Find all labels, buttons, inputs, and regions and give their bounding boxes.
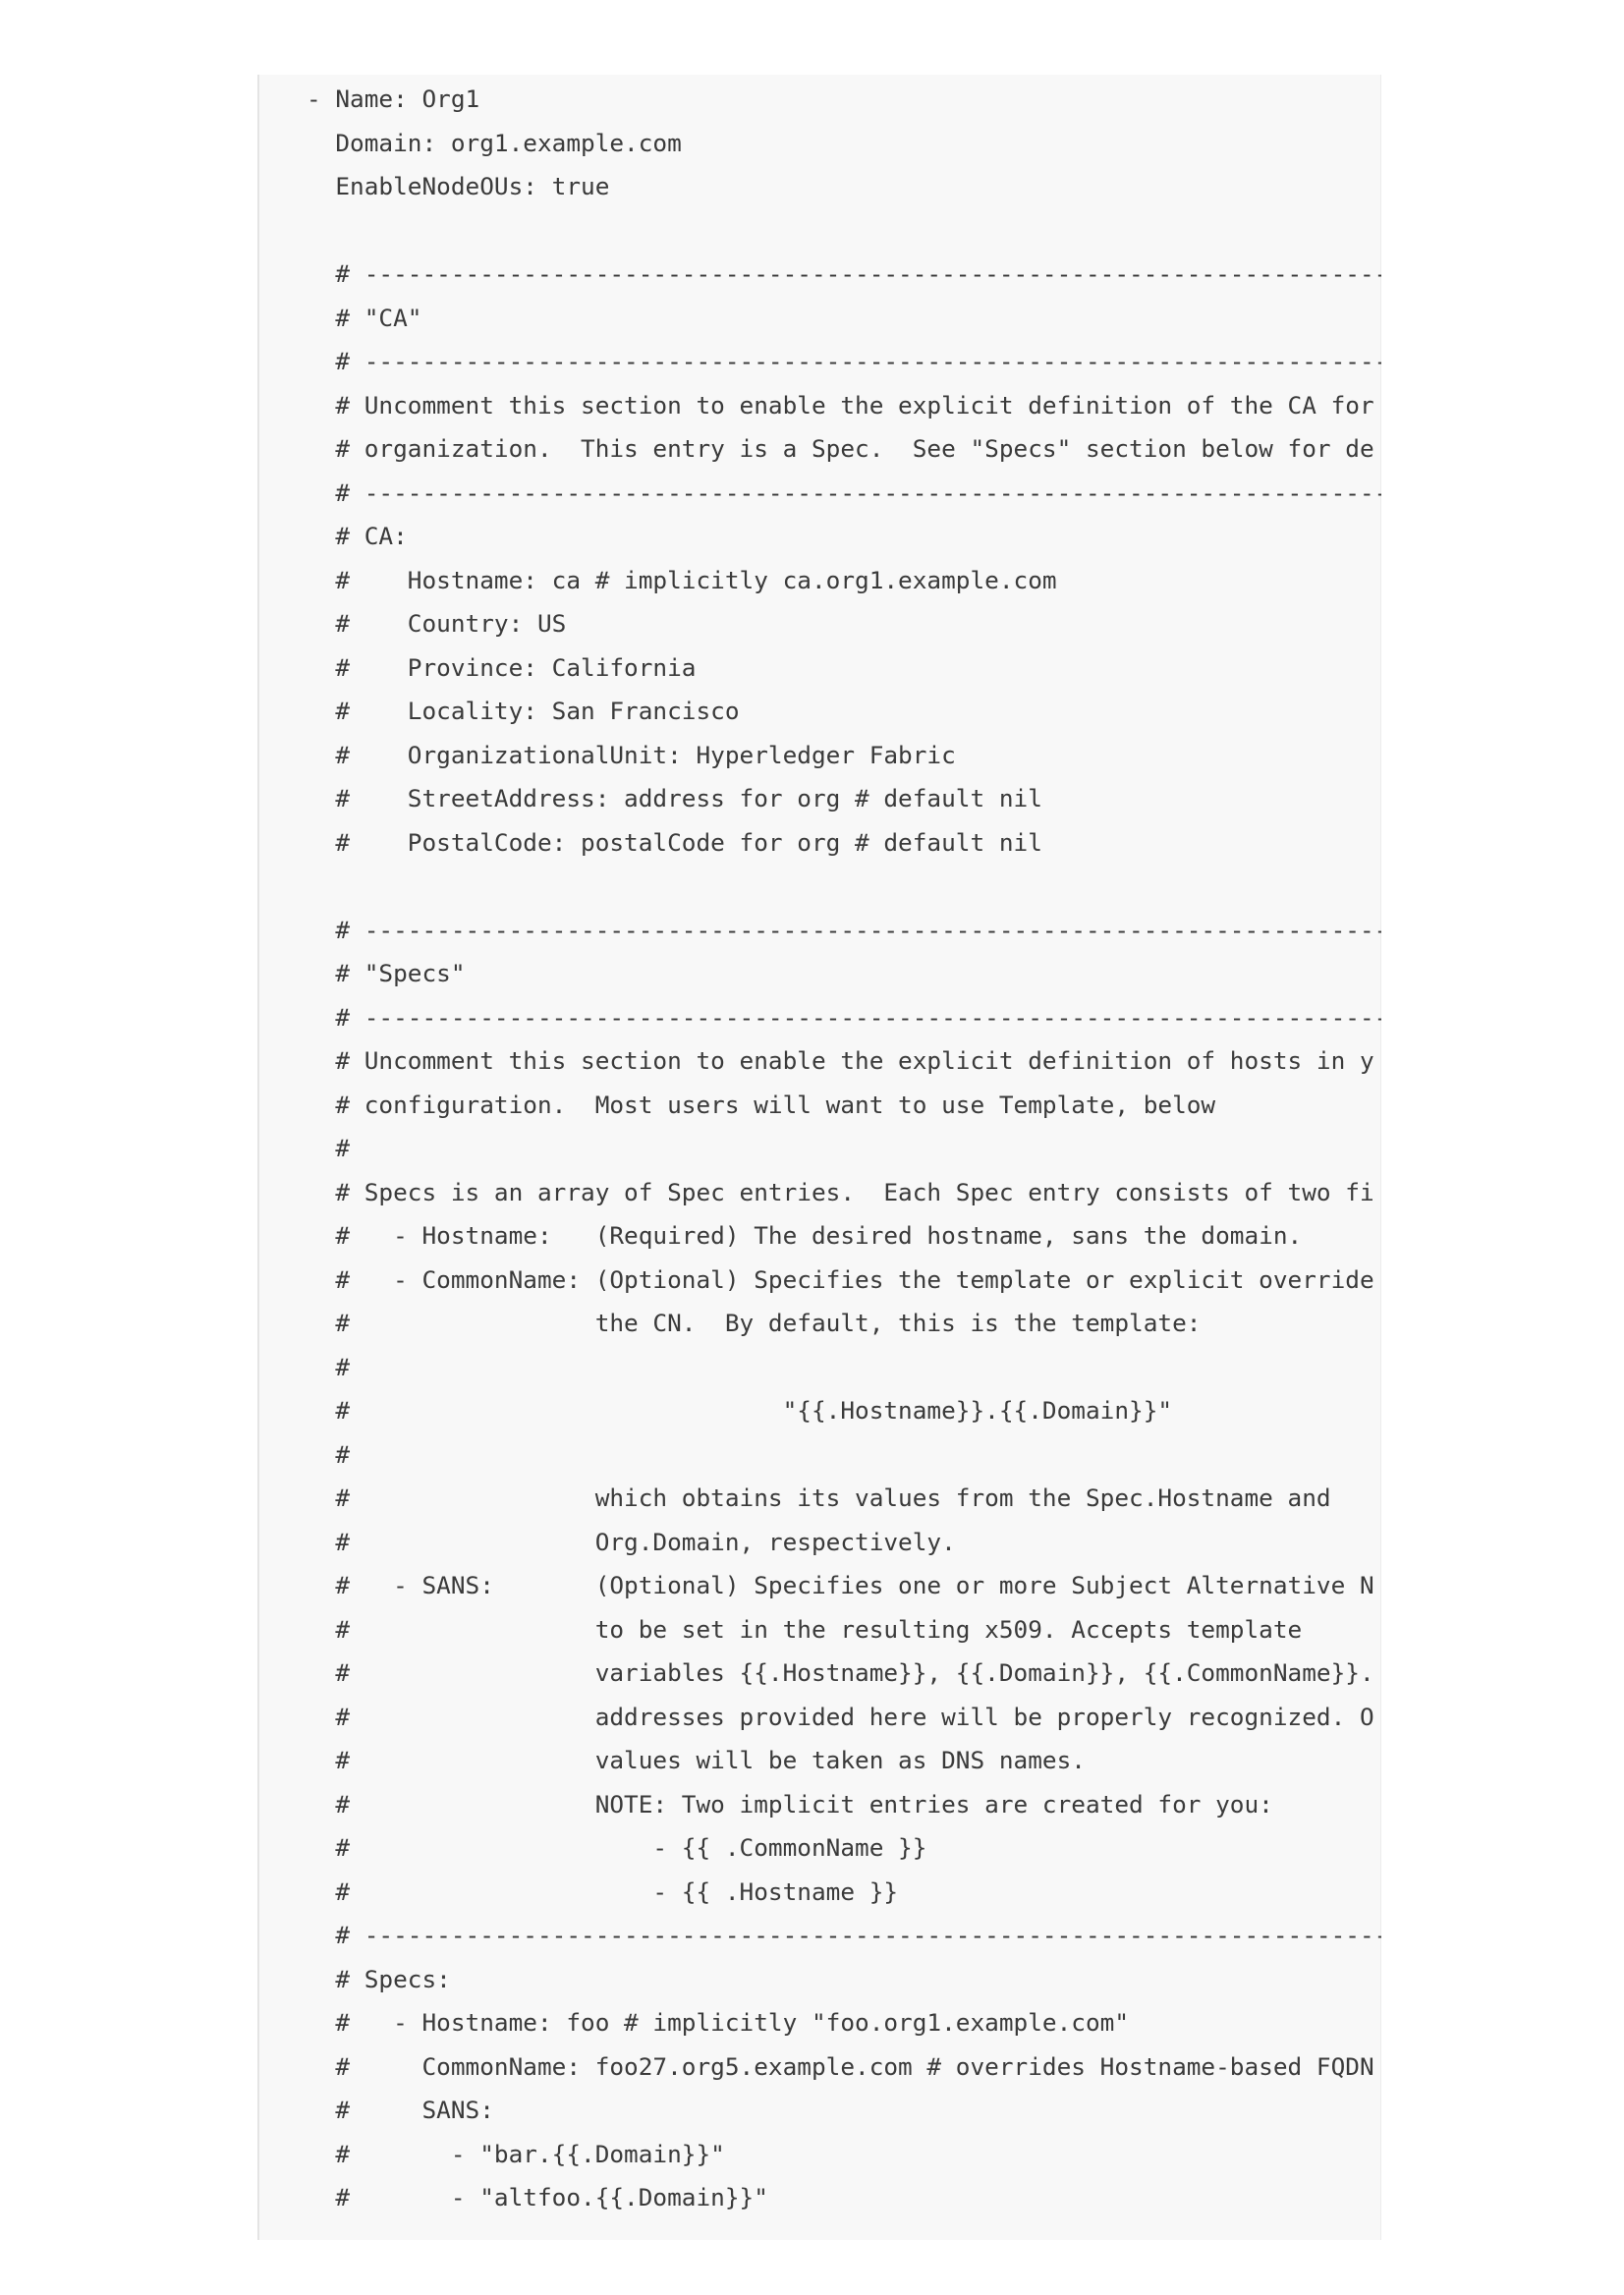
line-text: # CommonName: foo27.org5.example.com # o… (307, 2051, 1374, 2081)
line-text: # configuration. Most users will want to… (307, 1090, 1216, 1119)
line-text: # PostalCode: postalCode for org # defau… (307, 827, 1042, 857)
code-line: 70 # - "altfoo.{{.Domain}}" (257, 2176, 1381, 2220)
code-line: 66 # - Hostname: foo # implicitly "foo.o… (257, 2001, 1381, 2045)
line-text: # Uncomment this section to enable the e… (307, 1046, 1374, 1075)
code-line: 25 (257, 209, 1381, 253)
code-line: 26 # -----------------------------------… (257, 252, 1381, 297)
line-text: # Country: US (307, 609, 567, 638)
code-line: 54 # which obtains its values from the S… (257, 1477, 1381, 1521)
line-text: # SANS: (307, 2096, 494, 2124)
line-text: # (307, 1134, 351, 1162)
line-text: # "{{.Hostname}}.{{.Domain}}" (307, 1396, 1173, 1425)
code-line: 65 # Specs: (257, 1958, 1381, 2002)
code-line: 33 # Hostname: ca # implicitly ca.org1.e… (257, 559, 1381, 603)
code-line: 46 # (257, 1127, 1381, 1171)
line-text: # variables {{.Hostname}}, {{.Domain}}, … (307, 1658, 1374, 1687)
code-line: 32 # CA: (257, 515, 1381, 559)
code-line: 43 # -----------------------------------… (257, 996, 1381, 1040)
line-text: - Name: Org1 (307, 84, 480, 113)
code-line: 49 # - CommonName: (Optional) Specifies … (257, 1259, 1381, 1303)
code-line: 37 # OrganizationalUnit: Hyperledger Fab… (257, 734, 1381, 778)
code-line: 47 # Specs is an array of Spec entries. … (257, 1171, 1381, 1215)
code-line: 57 # to be set in the resulting x509. Ac… (257, 1608, 1381, 1652)
code-lines: 22- Name: Org123 Domain: org1.example.co… (257, 78, 1381, 2220)
line-text: # - {{ .Hostname }} (307, 1876, 899, 1906)
code-block: 22- Name: Org123 Domain: org1.example.co… (257, 75, 1381, 2240)
code-line: 38 # StreetAddress: address for org # de… (257, 777, 1381, 821)
code-line: 22- Name: Org1 (257, 78, 1381, 122)
code-line: 61 # NOTE: Two implicit entries are crea… (257, 1783, 1381, 1827)
code-line: 58 # variables {{.Hostname}}, {{.Domain}… (257, 1651, 1381, 1696)
line-text: Domain: org1.example.com (307, 128, 682, 157)
line-text: # --------------------------------------… (307, 259, 1381, 288)
code-line: 63 # - {{ .Hostname }} (257, 1871, 1381, 1915)
code-line: 31 # -----------------------------------… (257, 472, 1381, 516)
line-text: # Uncomment this section to enable the e… (307, 390, 1374, 420)
code-line: 39 # PostalCode: postalCode for org # de… (257, 821, 1381, 866)
line-text: # --------------------------------------… (307, 347, 1381, 375)
code-line: 27 # "CA" (257, 297, 1381, 341)
line-text: # Hostname: ca # implicitly ca.org1.exam… (307, 565, 1057, 594)
code-line: 45 # configuration. Most users will want… (257, 1084, 1381, 1128)
line-text: # (307, 1352, 351, 1381)
code-line: 64 # -----------------------------------… (257, 1914, 1381, 1958)
line-text: EnableNodeOUs: true (307, 172, 610, 200)
line-text: # CA: (307, 522, 408, 550)
code-line: 68 # SANS: (257, 2089, 1381, 2133)
line-text: # values will be taken as DNS names. (307, 1746, 1086, 1774)
line-text: # - CommonName: (Optional) Specifies the… (307, 1264, 1374, 1294)
line-text: # - {{ .CommonName }} (307, 1833, 927, 1862)
line-text: # StreetAddress: address for org # defau… (307, 784, 1042, 812)
line-text: # Province: California (307, 652, 697, 682)
line-text: # which obtains its values from the Spec… (307, 1483, 1331, 1512)
line-text: # OrganizationalUnit: Hyperledger Fabric (307, 740, 956, 769)
code-line: 29 # Uncomment this section to enable th… (257, 384, 1381, 428)
code-line: 53 # (257, 1433, 1381, 1478)
line-text: # - "altfoo.{{.Domain}}" (307, 2183, 768, 2211)
line-text: # Specs is an array of Spec entries. Eac… (307, 1177, 1374, 1206)
line-text: # NOTE: Two implicit entries are created… (307, 1789, 1273, 1819)
code-line: 34 # Country: US (257, 602, 1381, 646)
line-text: # "CA" (307, 303, 422, 332)
code-line: 51 # (257, 1346, 1381, 1390)
line-text: # --------------------------------------… (307, 477, 1381, 507)
code-line: 44 # Uncomment this section to enable th… (257, 1039, 1381, 1084)
line-text: # Locality: San Francisco (307, 697, 740, 725)
line-text: # organization. This entry is a Spec. Se… (307, 434, 1374, 463)
line-text: # --------------------------------------… (307, 1921, 1381, 1949)
line-text: # to be set in the resulting x509. Accep… (307, 1614, 1303, 1644)
line-text: # --------------------------------------… (307, 915, 1381, 944)
code-line: 23 Domain: org1.example.com (257, 122, 1381, 166)
code-line: 35 # Province: California (257, 646, 1381, 691)
code-line: 60 # values will be taken as DNS names. (257, 1739, 1381, 1783)
line-text: # Org.Domain, respectively. (307, 1527, 956, 1556)
code-line: 48 # - Hostname: (Required) The desired … (257, 1214, 1381, 1259)
code-line: 36 # Locality: San Francisco (257, 690, 1381, 734)
code-line: 69 # - "bar.{{.Domain}}" (257, 2133, 1381, 2177)
code-line: 24 EnableNodeOUs: true (257, 165, 1381, 209)
code-line: 42 # "Specs" (257, 952, 1381, 996)
line-text: # - SANS: (Optional) Specifies one or mo… (307, 1571, 1374, 1599)
line-text: # (307, 1439, 351, 1469)
line-text: # - "bar.{{.Domain}}" (307, 2139, 725, 2168)
line-text: # "Specs" (307, 959, 466, 987)
code-line: 52 # "{{.Hostname}}.{{.Domain}}" (257, 1389, 1381, 1433)
code-line: 56 # - SANS: (Optional) Specifies one or… (257, 1564, 1381, 1608)
code-line: 28 # -----------------------------------… (257, 340, 1381, 384)
code-line: 50 # the CN. By default, this is the tem… (257, 1302, 1381, 1346)
code-line: 41 # -----------------------------------… (257, 909, 1381, 953)
line-text: # - Hostname: foo # implicitly "foo.org1… (307, 2008, 1130, 2037)
code-line: 30 # organization. This entry is a Spec.… (257, 427, 1381, 472)
line-text: # --------------------------------------… (307, 1002, 1381, 1032)
code-line: 67 # CommonName: foo27.org5.example.com … (257, 2045, 1381, 2090)
line-text: # the CN. By default, this is the templa… (307, 1309, 1202, 1337)
code-line: 55 # Org.Domain, respectively. (257, 1521, 1381, 1565)
code-line: 59 # addresses provided here will be pro… (257, 1696, 1381, 1740)
line-text: # - Hostname: (Required) The desired hos… (307, 1221, 1303, 1250)
code-line: 62 # - {{ .CommonName }} (257, 1826, 1381, 1871)
line-text: # Specs: (307, 1964, 451, 1993)
line-text: # addresses provided here will be proper… (307, 1702, 1374, 1731)
code-line: 40 (257, 865, 1381, 909)
